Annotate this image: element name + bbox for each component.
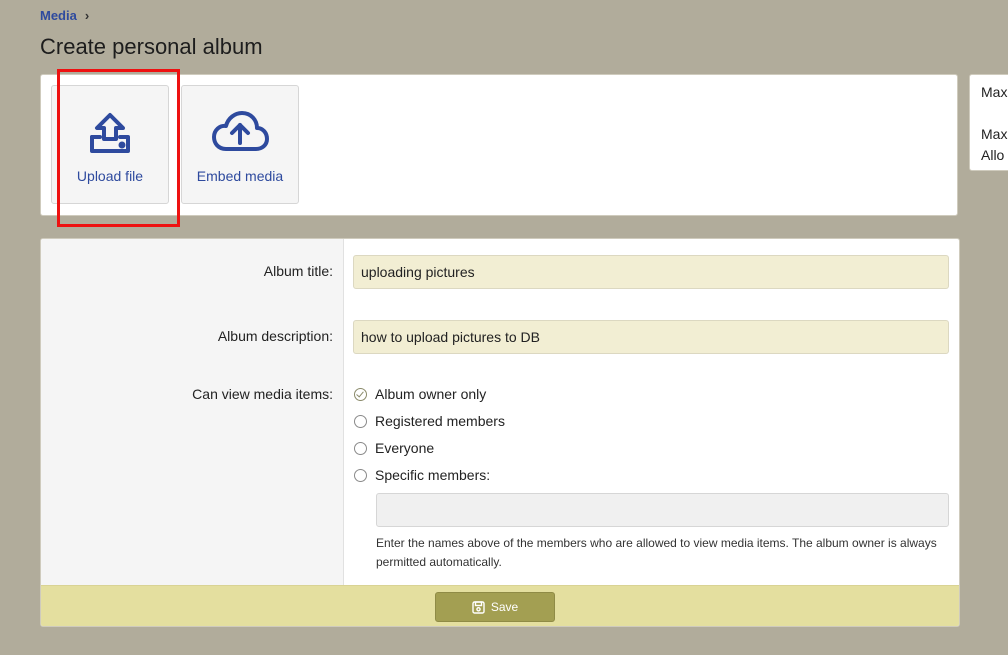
- page-title: Create personal album: [40, 34, 263, 59]
- embed-media-label: Embed media: [196, 168, 284, 184]
- upload-icon: [80, 108, 140, 158]
- album-title-label: Album title:: [263, 263, 333, 279]
- radio-everyone[interactable]: Everyone: [354, 440, 434, 456]
- save-button[interactable]: Save: [435, 592, 555, 622]
- upload-limits-info: Max Max Allo: [969, 74, 1008, 171]
- can-view-label: Can view media items:: [192, 386, 333, 402]
- radio-icon[interactable]: [354, 414, 367, 428]
- radio-label: Album owner only: [375, 386, 487, 402]
- cloud-upload-icon: [210, 108, 270, 158]
- radio-label: Registered members: [375, 413, 505, 429]
- radio-specific-members[interactable]: Specific members:: [354, 467, 490, 483]
- limits-line-2: Max: [981, 126, 1008, 142]
- radio-icon[interactable]: [354, 441, 367, 455]
- limits-line-3: Allo: [981, 147, 1005, 163]
- radio-album-owner-only[interactable]: Album owner only: [354, 386, 486, 402]
- radio-icon[interactable]: [354, 468, 367, 482]
- radio-label: Everyone: [375, 440, 435, 456]
- breadcrumb-separator-icon: ›: [84, 8, 90, 23]
- specific-members-input[interactable]: [376, 493, 949, 527]
- embed-media-button[interactable]: Embed media: [181, 85, 299, 204]
- radio-registered-members[interactable]: Registered members: [354, 413, 505, 429]
- breadcrumb: Media ›: [40, 8, 89, 23]
- upload-file-label: Upload file: [76, 168, 144, 184]
- breadcrumb-media-link[interactable]: Media: [40, 8, 77, 23]
- radio-checked-icon[interactable]: [354, 387, 367, 401]
- upload-file-button[interactable]: Upload file: [51, 85, 169, 204]
- save-label: Save: [490, 600, 519, 614]
- upload-panel: Upload file Embed media: [40, 74, 958, 216]
- form-footer: Save: [41, 585, 959, 626]
- members-hint-text: Enter the names above of the members who…: [376, 536, 937, 569]
- album-description-input[interactable]: how to upload pictures to DB: [353, 320, 949, 354]
- album-form: Album title: uploading pictures Album de…: [40, 238, 960, 627]
- album-title-input[interactable]: uploading pictures: [353, 255, 949, 289]
- save-icon: [472, 600, 485, 614]
- limits-line-1: Max: [981, 84, 1008, 100]
- form-label-column: [41, 239, 344, 585]
- album-description-label: Album description:: [217, 328, 333, 344]
- radio-label: Specific members:: [375, 467, 491, 483]
